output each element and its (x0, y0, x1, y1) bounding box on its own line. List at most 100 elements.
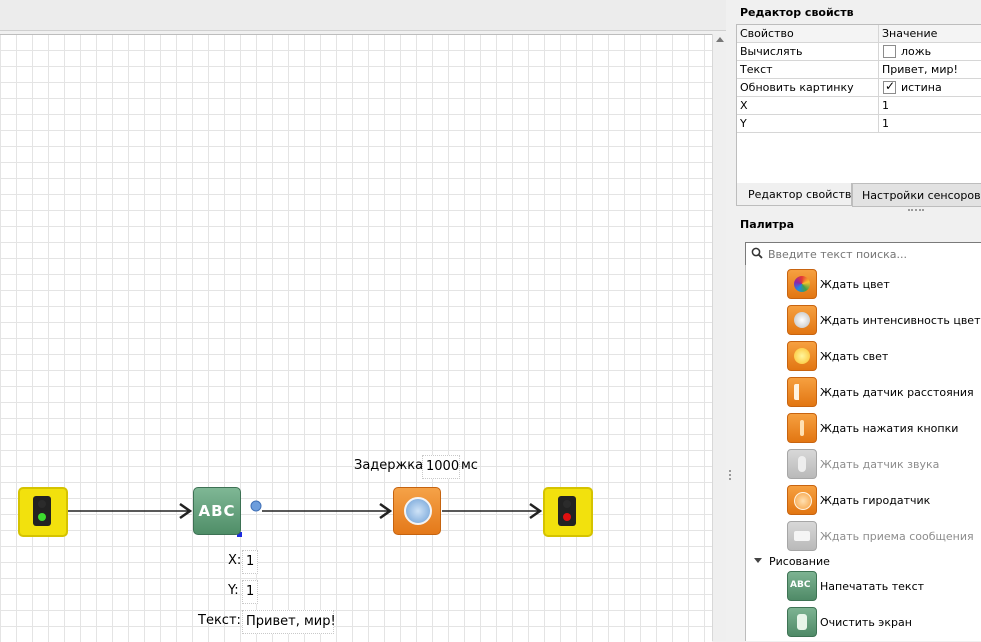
abc-icon: ABC (787, 571, 817, 601)
palette-item-wait-distance[interactable]: Ждать датчик расстояния (746, 374, 981, 408)
palette-item-clear-screen[interactable]: Очистить экран (746, 604, 981, 638)
microphone-icon (787, 449, 817, 479)
palette-item-label: Ждать гиродатчик (820, 494, 931, 507)
button-press-icon (787, 413, 817, 443)
x-value: 1 (246, 554, 255, 569)
lamp-off (38, 500, 46, 508)
message-icon (787, 521, 817, 551)
tab-label: Настройки сенсоров (862, 189, 981, 202)
text-label: Текст: (198, 613, 241, 628)
property-value: 1 (882, 117, 889, 130)
splitter-grip-icon (729, 470, 733, 480)
property-row-redraw[interactable]: Обновить картинку истина (737, 79, 981, 97)
palette-item-label: Ждать цвет (820, 278, 890, 291)
property-value-cell[interactable]: истина (878, 79, 981, 96)
diagram-canvas[interactable]: ABC Задержка: 1000 мс X: 1 Y: 1 Текст: П… (0, 34, 712, 642)
eraser-icon (787, 607, 817, 637)
palette-item-wait-color-intensity[interactable]: Ждать интенсивность цвета (746, 302, 981, 336)
right-panel: Редактор свойств Свойство Значение Вычис… (734, 0, 981, 641)
column-value-cell: Значение (878, 25, 981, 42)
palette-item-label: Ждать нажатия кнопки (820, 422, 959, 435)
tab-property-editor[interactable]: Редактор свойств (736, 183, 852, 206)
palette-list: Ждать цвет Ждать интенсивность цвета Жда… (745, 265, 981, 641)
property-name: Вычислять (740, 45, 803, 58)
y-label: Y: (228, 583, 239, 598)
palette-title: Палитра (740, 218, 795, 231)
palette-item-label: Очистить экран (820, 616, 912, 629)
link-port-icon[interactable] (250, 500, 262, 512)
text-value: Привет, мир! (246, 614, 336, 629)
column-value: Значение (882, 27, 938, 40)
delay-value-field[interactable]: 1000 (422, 455, 460, 479)
color-wheel-icon (787, 269, 817, 299)
green-lamp-icon (38, 513, 46, 521)
palette-item-wait-message[interactable]: Ждать приема сообщения (746, 518, 981, 552)
y-value-field[interactable]: 1 (242, 580, 258, 604)
property-value-cell[interactable]: ложь (878, 43, 981, 60)
x-value-field[interactable]: 1 (242, 550, 258, 574)
tab-grip-icon (908, 209, 924, 211)
traffic-light-icon (33, 496, 51, 526)
property-name: Y (740, 117, 747, 130)
palette-item-wait-gyro[interactable]: Ждать гиродатчик (746, 482, 981, 516)
property-value: Привет, мир! (882, 63, 958, 76)
tab-label: Редактор свойств (748, 188, 852, 201)
redraw-checkbox[interactable] (883, 79, 896, 94)
abc-icon-text: ABC (790, 580, 811, 590)
palette-item-label: Ждать приема сообщения (820, 530, 974, 543)
property-name: X (740, 99, 748, 112)
palette-item-wait-button[interactable]: Ждать нажатия кнопки (746, 410, 981, 444)
stopwatch-icon (404, 497, 432, 525)
distance-sensor-icon (787, 377, 817, 407)
traffic-light-icon (558, 496, 576, 526)
diagram-links (66, 500, 543, 537)
search-icon (751, 247, 763, 259)
x-label: X: (228, 553, 242, 568)
property-row-y[interactable]: Y 1 (737, 115, 981, 133)
end-block[interactable] (543, 487, 593, 537)
property-value: истина (901, 81, 942, 94)
palette-item-label: Ждать датчик звука (820, 458, 940, 471)
lamp-off (563, 500, 571, 508)
palette-item-print-text[interactable]: ABC Напечатать текст (746, 568, 981, 602)
property-row-x[interactable]: X 1 (737, 97, 981, 115)
property-row-compute[interactable]: Вычислять ложь (737, 43, 981, 61)
palette-item-wait-sound[interactable]: Ждать датчик звука (746, 446, 981, 480)
property-value: ложь (901, 45, 932, 58)
delay-label: Задержка: (354, 458, 428, 473)
canvas-vertical-scrollbar[interactable] (712, 34, 727, 641)
delay-unit: мс (461, 458, 478, 473)
compute-checkbox[interactable] (883, 45, 896, 58)
property-tabs: Редактор свойств Настройки сенсоров (736, 183, 981, 211)
property-name: Обновить картинку (740, 81, 854, 94)
property-table: Свойство Значение Вычислять ложь Текст П… (736, 24, 981, 184)
scroll-up-icon[interactable] (716, 37, 724, 42)
column-property: Свойство (740, 27, 794, 40)
property-table-header: Свойство Значение (737, 25, 981, 43)
palette-item-label: Ждать интенсивность цвета (820, 314, 981, 327)
search-input[interactable] (766, 245, 980, 263)
palette-item-wait-light[interactable]: Ждать свет (746, 338, 981, 372)
property-value-cell[interactable]: Привет, мир! (878, 61, 981, 78)
expand-arrow-icon[interactable] (754, 558, 762, 563)
property-value-cell[interactable]: 1 (878, 97, 981, 114)
property-value: 1 (882, 99, 889, 112)
palette-item-wait-color[interactable]: Ждать цвет (746, 266, 981, 300)
text-value-field[interactable]: Привет, мир! (242, 610, 336, 634)
property-row-text[interactable]: Текст Привет, мир! (737, 61, 981, 79)
palette-item-label: Ждать свет (820, 350, 889, 363)
property-editor-title: Редактор свойств (740, 6, 854, 19)
property-name: Текст (740, 63, 773, 76)
palette-item-label: Напечатать текст (820, 580, 925, 593)
gyro-sensor-icon (787, 485, 817, 515)
tab-sensor-settings[interactable]: Настройки сенсоров (852, 183, 981, 211)
red-lamp-icon (563, 513, 571, 521)
property-value-cell[interactable]: 1 (878, 115, 981, 132)
start-block[interactable] (18, 487, 68, 537)
panel-splitter[interactable] (726, 0, 734, 641)
timer-block[interactable] (393, 487, 441, 535)
print-text-block[interactable]: ABC (193, 487, 241, 535)
delay-value: 1000 (426, 459, 460, 474)
palette-search[interactable] (745, 242, 981, 266)
light-sensor-icon (787, 341, 817, 371)
